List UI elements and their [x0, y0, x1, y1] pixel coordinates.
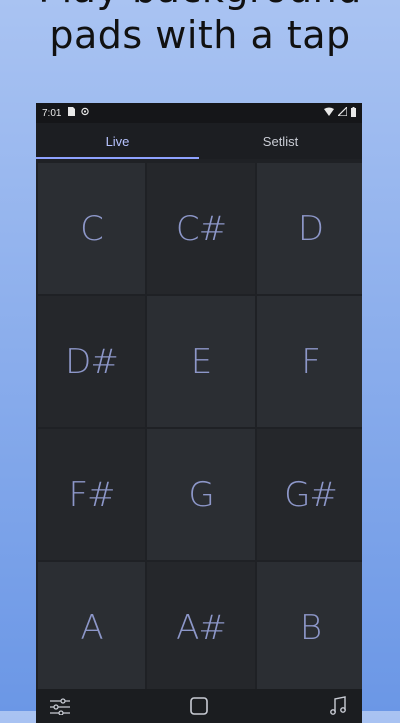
pad-label: E — [190, 341, 213, 382]
pad-grid: C C# D D# E F F# G G# A A# B — [36, 163, 362, 693]
bottom-bar — [36, 689, 362, 723]
sliders-icon[interactable] — [48, 694, 72, 718]
pad-f-sharp[interactable]: F# — [38, 429, 145, 560]
tab-bar: Live Setlist — [36, 123, 362, 159]
wifi-icon — [324, 107, 334, 119]
tab-setlist[interactable]: Setlist — [199, 123, 362, 159]
pad-c[interactable]: C — [38, 163, 145, 294]
headline-line-2: pads with a tap — [49, 13, 351, 57]
pad-c-sharp[interactable]: C# — [147, 163, 255, 294]
sync-icon — [81, 107, 90, 119]
status-time: 7:01 — [42, 107, 62, 119]
pad-f[interactable]: F — [257, 296, 362, 427]
tab-live[interactable]: Live — [36, 123, 199, 159]
pad-label: D# — [65, 341, 119, 382]
battery-icon — [351, 106, 356, 120]
pad-label: C# — [175, 208, 227, 249]
phone-screen: 7:01 Live Setlist C C# D D# E F F# G G# … — [36, 103, 362, 723]
pad-g-sharp[interactable]: G# — [257, 429, 362, 560]
sd-card-icon — [67, 107, 76, 119]
pad-d[interactable]: D — [257, 163, 362, 294]
headline: Play background pads with a tap — [0, 0, 400, 58]
pad-label: B — [299, 607, 322, 648]
pad-label: C — [80, 208, 104, 249]
pad-label: F — [301, 341, 321, 382]
pad-label: D — [297, 208, 324, 249]
signal-icon — [336, 105, 348, 119]
music-note-icon[interactable] — [326, 694, 350, 718]
pad-e[interactable]: E — [147, 296, 255, 427]
pad-label: G — [188, 474, 214, 515]
square-icon[interactable] — [187, 694, 211, 718]
status-bar: 7:01 — [36, 103, 362, 123]
pad-a-sharp[interactable]: A# — [147, 562, 255, 693]
pad-d-sharp[interactable]: D# — [38, 296, 145, 427]
pad-label: A — [80, 607, 103, 648]
pad-b[interactable]: B — [257, 562, 362, 693]
pad-label: G# — [284, 474, 338, 515]
pad-g[interactable]: G — [147, 429, 255, 560]
headline-line-1: Play background — [0, 0, 400, 12]
pad-a[interactable]: A — [38, 562, 145, 693]
pad-label: A# — [176, 607, 227, 648]
pad-label: F# — [68, 474, 115, 515]
